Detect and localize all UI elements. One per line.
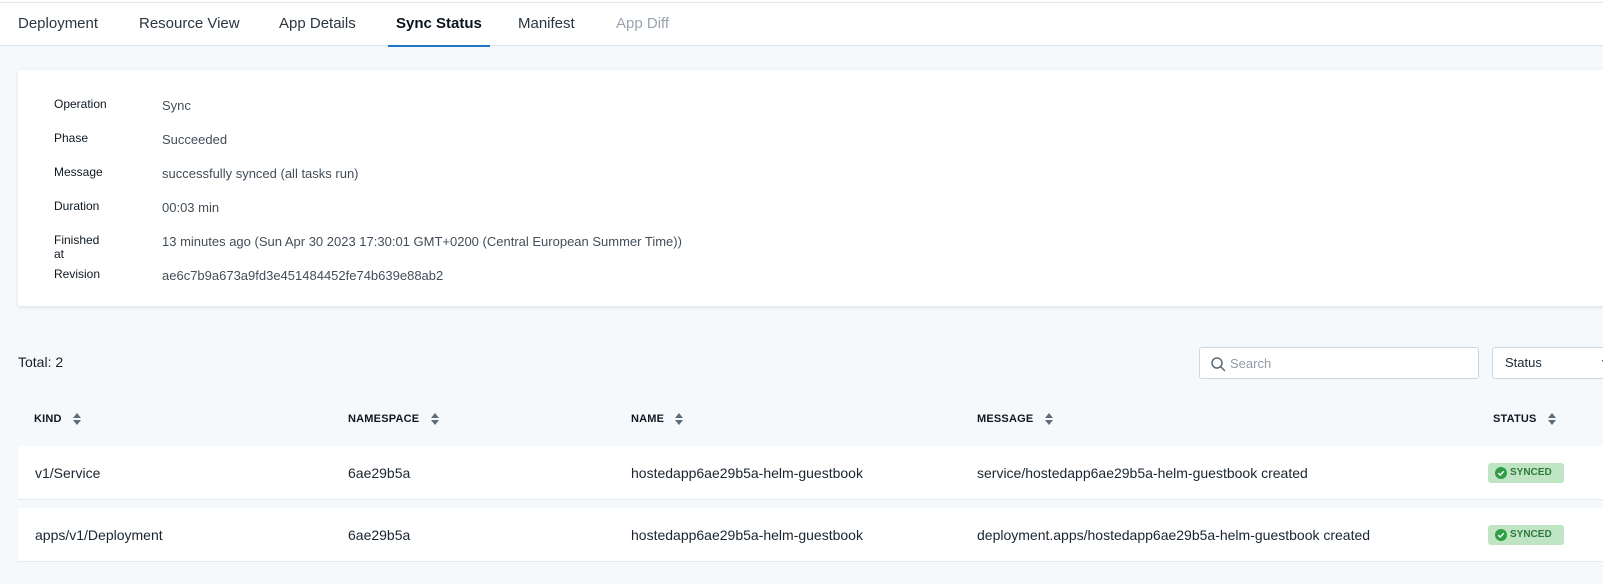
revision-label: Revision (54, 267, 101, 281)
column-header-status-label: STATUS (1493, 413, 1537, 425)
status-badge-label: SYNCED (1510, 467, 1552, 478)
status-badge: SYNCED (1488, 525, 1564, 545)
column-header-message-label: MESSAGE (977, 413, 1034, 425)
column-header-name-label: NAME (631, 413, 665, 425)
name-cell: hostedapp6ae29b5a-helm-guestbook (631, 527, 863, 543)
message-label: Message (54, 165, 103, 179)
search-icon (1211, 357, 1226, 372)
table-row[interactable]: apps/v1/Deployment 6ae29b5a hostedapp6ae… (18, 508, 1603, 562)
search-box[interactable] (1199, 347, 1479, 379)
phase-label: Phase (54, 131, 89, 145)
tab-sync-status[interactable]: Sync Status (388, 3, 490, 47)
column-header-kind-label: KIND (34, 413, 62, 425)
sort-icon (1044, 413, 1053, 426)
tab-app-details[interactable]: App Details (279, 3, 356, 46)
column-header-message[interactable]: MESSAGE (977, 413, 1053, 426)
tab-manifest[interactable]: Manifest (518, 3, 575, 46)
sort-icon (1547, 413, 1556, 426)
status-badge: SYNCED (1488, 463, 1564, 483)
column-header-status[interactable]: STATUS (1493, 413, 1556, 426)
message-cell: deployment.apps/hostedapp6ae29b5a-helm-g… (977, 527, 1371, 543)
sort-icon (72, 413, 81, 426)
operation-value: Sync (162, 98, 191, 113)
namespace-cell: 6ae29b5a (348, 465, 411, 481)
name-cell: hostedapp6ae29b5a-helm-guestbook (631, 465, 863, 481)
check-circle-icon (1495, 529, 1507, 541)
tab-deployment[interactable]: Deployment (18, 3, 98, 46)
revision-value[interactable]: ae6c7b9a673a9fd3e451484452fe74b639e88ab2 (162, 268, 443, 283)
status-filter-label: Status (1505, 355, 1542, 370)
table-row[interactable]: v1/Service 6ae29b5a hostedapp6ae29b5a-he… (18, 446, 1603, 500)
tab-bar: Deployment Resource View App Details Syn… (0, 3, 1603, 47)
finished-at-label: Finished at (54, 233, 100, 261)
duration-value: 00:03 min (162, 200, 220, 215)
column-header-namespace-label: NAMESPACE (348, 413, 420, 425)
message-value: successfully synced (all tasks run) (162, 166, 359, 181)
check-circle-icon (1495, 467, 1507, 479)
tab-resource-view[interactable]: Resource View (139, 3, 240, 46)
phase-value: Succeeded (162, 132, 228, 147)
duration-label: Duration (54, 199, 100, 213)
total-count: Total: 2 (18, 354, 64, 370)
column-header-name[interactable]: NAME (631, 413, 684, 426)
sort-icon (430, 413, 439, 426)
kind-cell: apps/v1/Deployment (35, 527, 163, 543)
message-cell: service/hostedapp6ae29b5a-helm-guestbook… (977, 465, 1308, 481)
search-input[interactable] (1230, 352, 1470, 374)
namespace-cell: 6ae29b5a (348, 527, 411, 543)
kind-cell: v1/Service (35, 465, 101, 481)
tab-app-diff[interactable]: App Diff (616, 3, 669, 46)
status-badge-label: SYNCED (1510, 529, 1552, 540)
column-header-namespace[interactable]: NAMESPACE (348, 413, 439, 426)
sort-icon (675, 413, 684, 426)
status-filter-select[interactable]: Status (1492, 347, 1603, 379)
operation-label: Operation (54, 97, 107, 111)
column-header-kind[interactable]: KIND (34, 413, 81, 426)
finished-at-value: 13 minutes ago (Sun Apr 30 2023 17:30:01… (162, 234, 682, 249)
sync-summary-card: Operation Sync Phase Succeeded Message s… (18, 70, 1603, 306)
